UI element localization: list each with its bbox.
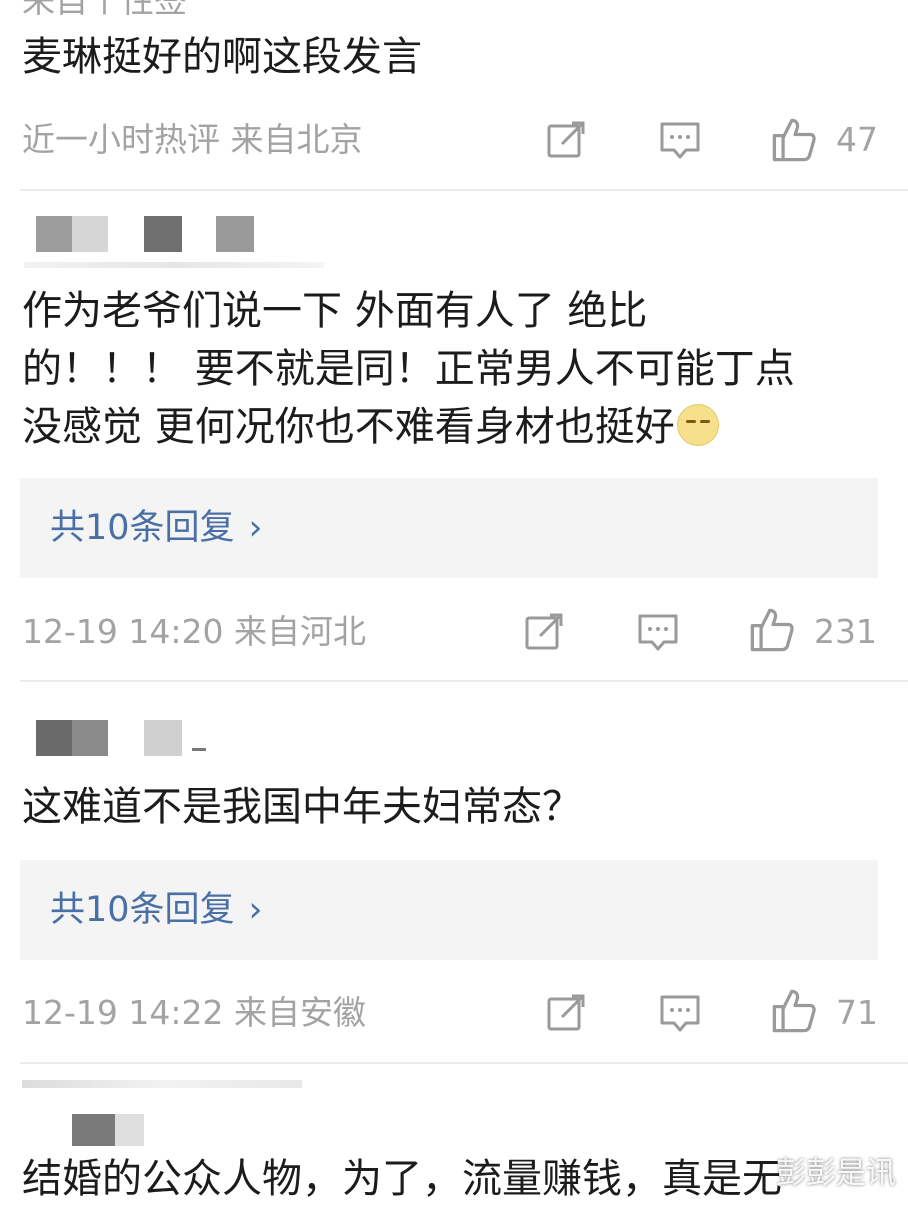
divider bbox=[20, 680, 908, 682]
like-icon[interactable] bbox=[748, 606, 796, 654]
username-blurred-line bbox=[22, 1080, 302, 1088]
like-icon[interactable] bbox=[770, 987, 818, 1035]
username-blurred-line bbox=[24, 262, 324, 268]
comment-text: 麦琳挺好的啊这段发言 bbox=[22, 34, 422, 80]
share-icon[interactable] bbox=[522, 610, 566, 654]
comment-icon[interactable] bbox=[636, 610, 680, 654]
view-replies-link[interactable]: 共10条回复 › bbox=[50, 888, 263, 932]
like-icon[interactable] bbox=[770, 116, 818, 164]
replies-count-label: 共10条回复 bbox=[50, 890, 235, 930]
username-blurred bbox=[36, 216, 108, 252]
replies-box[interactable]: 共10条回复 › bbox=[20, 478, 878, 578]
watermark: 彭彭是讯 bbox=[776, 1156, 896, 1191]
emoji-face-icon bbox=[676, 404, 719, 446]
chevron-right-icon: › bbox=[248, 508, 263, 548]
divider bbox=[20, 189, 908, 191]
comment-text: 结婚的公众人物，为了，流量赚钱，真是无 bbox=[22, 1156, 782, 1202]
username-blurred bbox=[36, 720, 108, 756]
replies-box[interactable]: 共10条回复 › bbox=[20, 860, 878, 960]
username-blurred bbox=[216, 216, 254, 252]
comment-meta: 12-19 14:20 来自河北 bbox=[22, 612, 366, 651]
like-count: 47 bbox=[836, 120, 878, 159]
comment-meta: 12-19 14:22 来自安徽 bbox=[22, 993, 366, 1032]
like-count: 71 bbox=[836, 993, 878, 1032]
comment-icon[interactable] bbox=[658, 118, 702, 162]
view-replies-link[interactable]: 共10条回复 › bbox=[50, 506, 263, 550]
share-icon[interactable] bbox=[544, 118, 588, 162]
comment-icon[interactable] bbox=[658, 991, 702, 1035]
comment-meta: 近一小时热评 来自北京 bbox=[22, 120, 363, 159]
comment-text: 没感觉 更何况你也不难看身材也挺好 bbox=[22, 398, 719, 456]
replies-count-label: 共10条回复 bbox=[50, 508, 235, 548]
comment-text-line: 没感觉 更何况你也不难看身材也挺好 bbox=[22, 404, 675, 450]
comment-text: 的！！！ 要不就是同！正常男人不可能丁点 bbox=[22, 346, 795, 392]
username-blurred bbox=[144, 216, 182, 252]
partial-top-text: 来自个性签 bbox=[22, 0, 187, 20]
username-blurred bbox=[72, 1114, 144, 1146]
comment-text: 这难道不是我国中年夫妇常态？ bbox=[22, 784, 582, 830]
like-count: 231 bbox=[814, 612, 877, 651]
divider bbox=[20, 1062, 908, 1064]
username-blurred bbox=[144, 720, 182, 756]
chevron-right-icon: › bbox=[248, 890, 263, 930]
username-blurred bbox=[192, 748, 206, 751]
comment-text: 作为老爷们说一下 外面有人了 绝比 bbox=[22, 288, 648, 334]
share-icon[interactable] bbox=[544, 991, 588, 1035]
